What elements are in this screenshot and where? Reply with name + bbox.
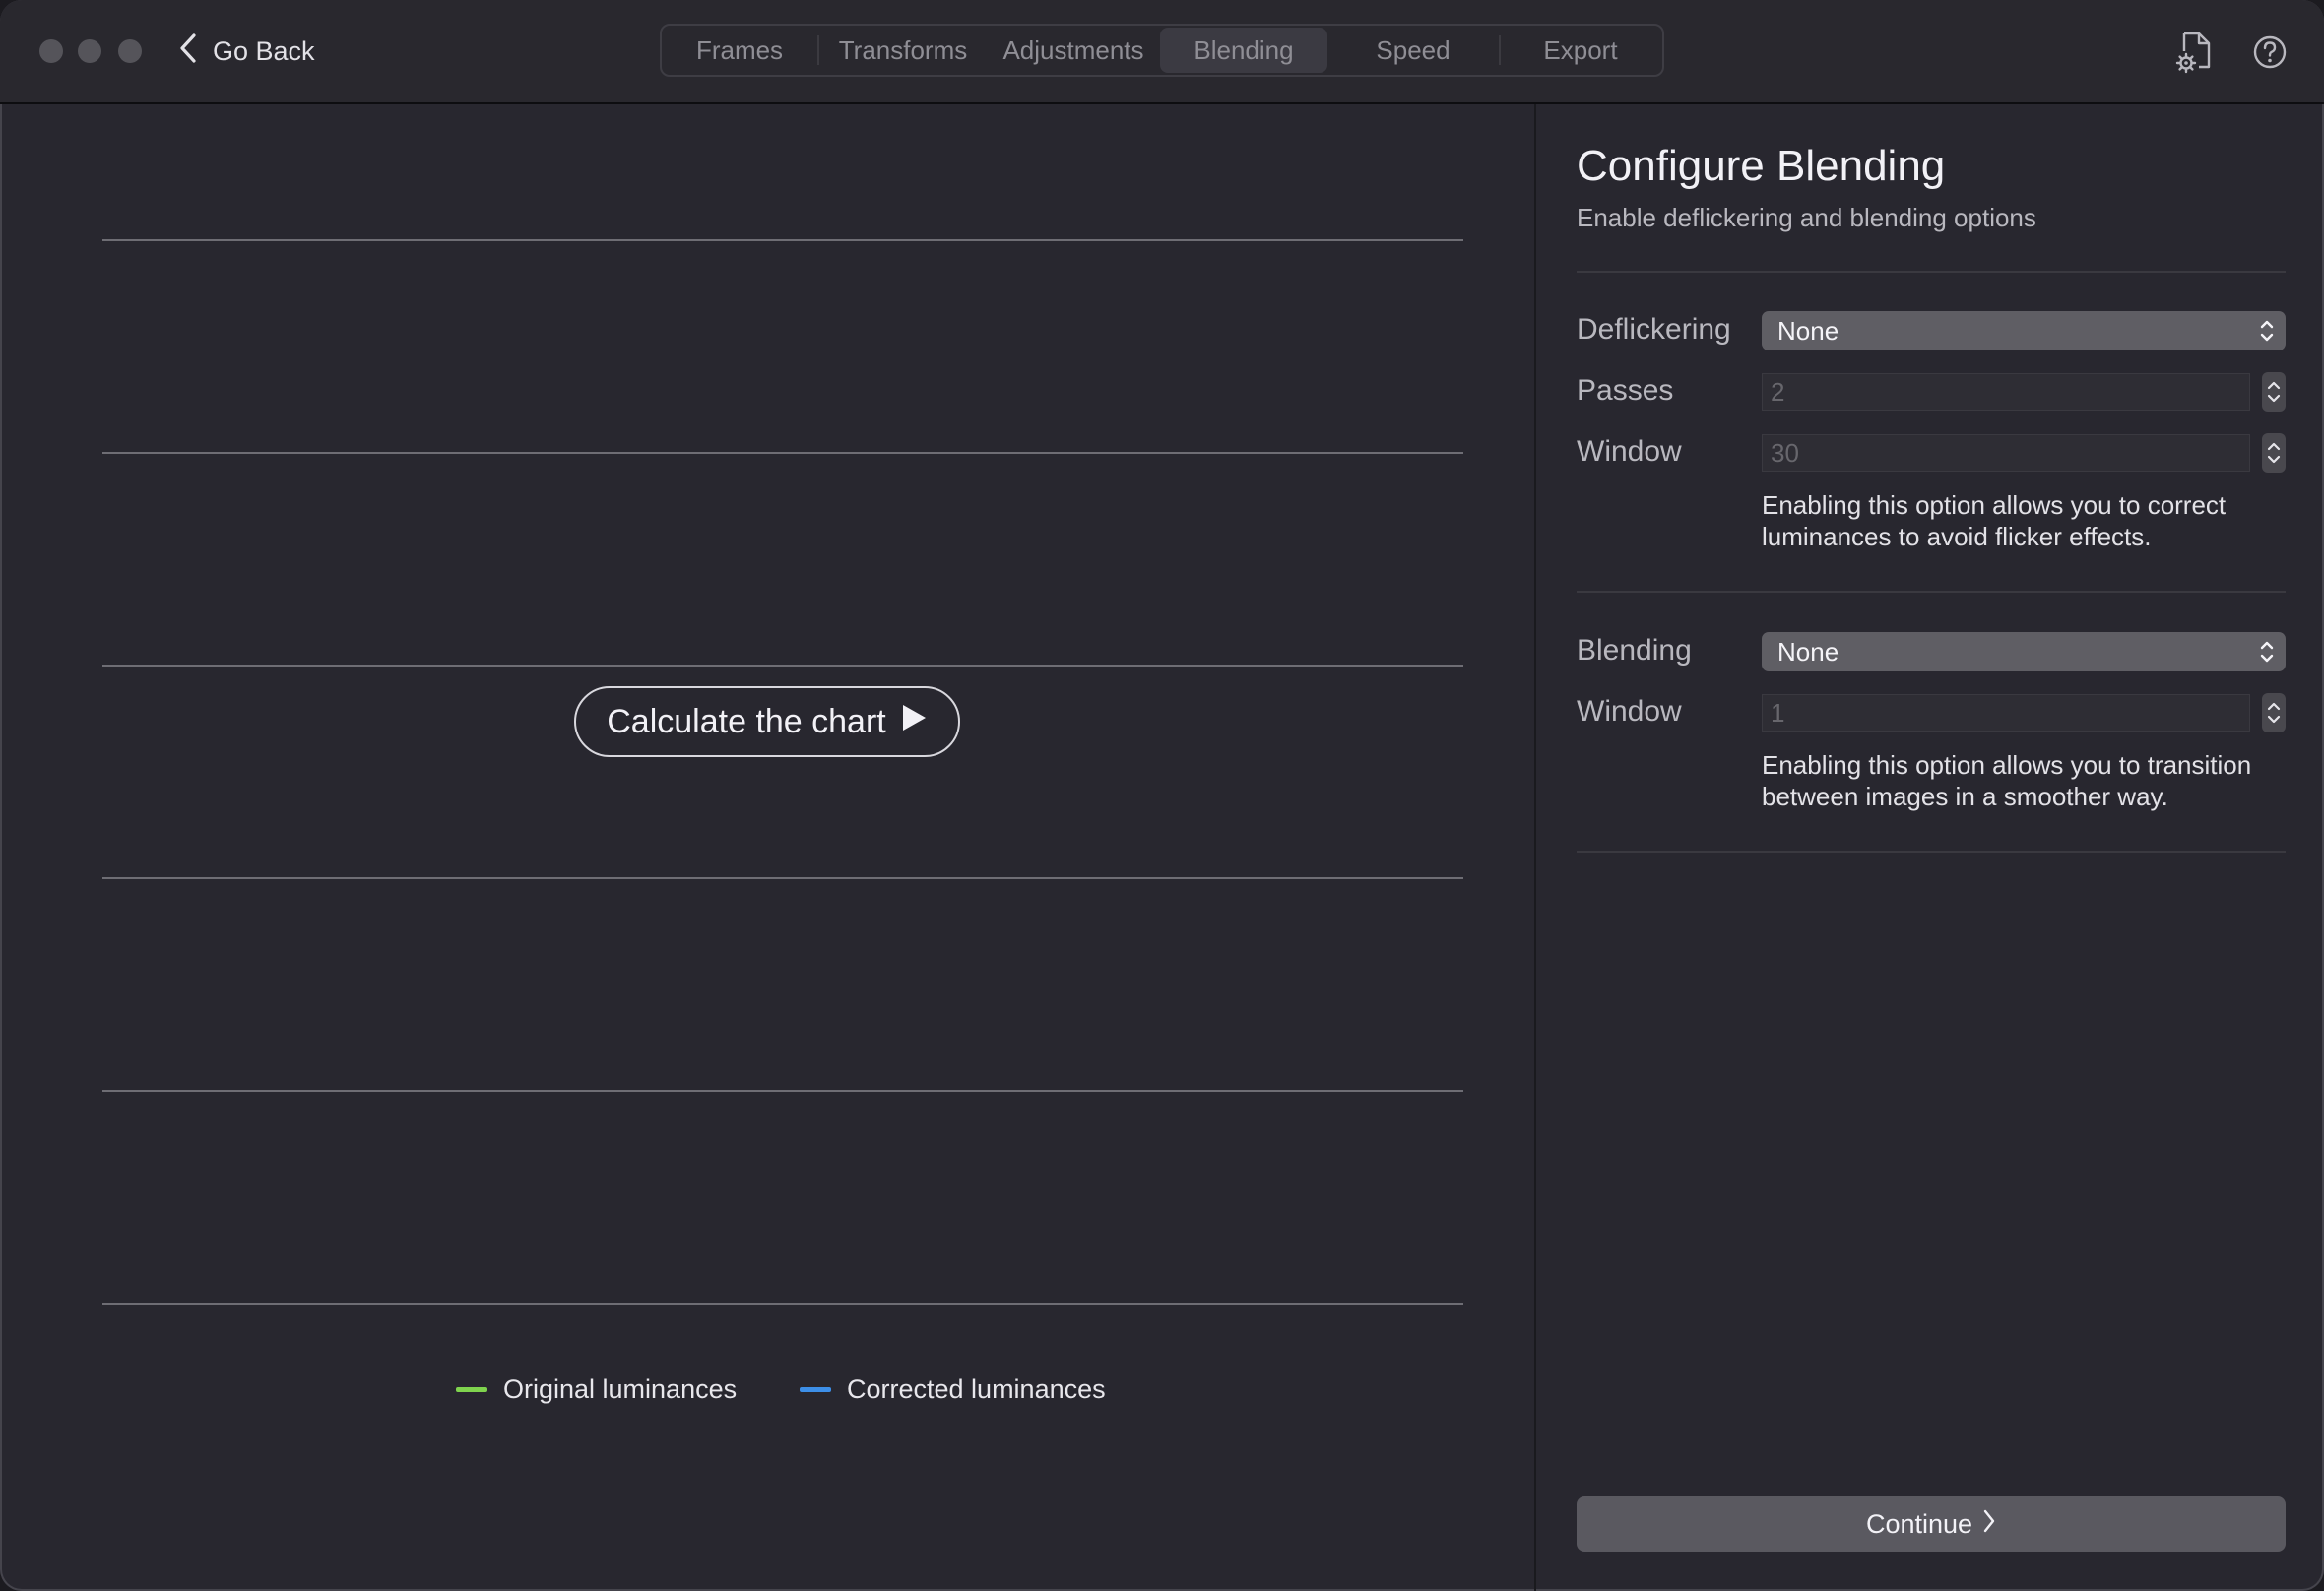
go-back-label: Go Back (213, 35, 315, 66)
tab-speed[interactable]: Speed (1327, 26, 1499, 75)
chart-gridline (102, 665, 1463, 667)
chart-gridline (102, 1303, 1463, 1305)
tab-transforms[interactable]: Transforms (819, 26, 987, 75)
passes-field[interactable]: 2 (1762, 373, 2250, 411)
deflickering-help-text: Enabling this option allows you to corre… (1762, 490, 2227, 551)
help-icon[interactable] (2247, 30, 2292, 75)
app-window: Go Back Frames Transforms Adjustments Bl… (0, 0, 2324, 1591)
chevron-right-icon (1982, 1508, 1996, 1541)
deflickering-value: None (1777, 315, 1840, 346)
blending-window-stepper[interactable] (2262, 693, 2286, 732)
divider (1577, 591, 2286, 593)
chevron-up-down-icon (2258, 315, 2276, 347)
legend-item-original: Original luminances (456, 1374, 737, 1405)
minimize-window-button[interactable] (78, 39, 101, 63)
legend-label: Corrected luminances (847, 1374, 1106, 1404)
blending-label: Blending (1577, 634, 1692, 667)
close-window-button[interactable] (39, 39, 63, 63)
settings-panel: Configure Blending Enable deflickering a… (1534, 104, 2324, 1591)
divider (1577, 271, 2286, 273)
deflicker-window-stepper[interactable] (2262, 433, 2286, 473)
passes-stepper[interactable] (2262, 372, 2286, 412)
continue-button[interactable]: Continue (1577, 1496, 2286, 1552)
title-bar: Go Back Frames Transforms Adjustments Bl… (0, 0, 2324, 104)
divider (1577, 851, 2286, 853)
passes-label: Passes (1577, 374, 1674, 407)
blending-value: None (1777, 636, 1840, 667)
calculate-chart-label: Calculate the chart (607, 702, 886, 740)
continue-label: Continue (1865, 1508, 1973, 1539)
legend-swatch-blue (800, 1387, 831, 1392)
play-icon (900, 703, 928, 741)
tab-blending[interactable]: Blending (1160, 28, 1327, 73)
tab-export[interactable]: Export (1501, 26, 1660, 75)
legend-item-corrected: Corrected luminances (800, 1374, 1106, 1405)
tab-frames[interactable]: Frames (662, 26, 817, 75)
zoom-window-button[interactable] (118, 39, 142, 63)
deflickering-select[interactable]: None (1762, 311, 2286, 350)
chart-gridline (102, 239, 1463, 241)
deflicker-window-field[interactable]: 30 (1762, 434, 2250, 472)
window-label: Window (1577, 695, 1682, 728)
blending-select[interactable]: None (1762, 632, 2286, 671)
document-settings-icon[interactable] (2172, 30, 2218, 75)
chart-gridline (102, 877, 1463, 879)
window-label: Window (1577, 435, 1682, 468)
tab-adjustments[interactable]: Adjustments (987, 26, 1160, 75)
go-back-button[interactable]: Go Back (177, 28, 315, 75)
chevron-up-down-icon (2258, 636, 2276, 668)
legend-label: Original luminances (503, 1374, 738, 1404)
blending-help-text: Enabling this option allows you to trans… (1762, 750, 2252, 811)
panel-title: Configure Blending (1577, 142, 1946, 190)
deflickering-label: Deflickering (1577, 313, 1731, 346)
chart-gridline (102, 1090, 1463, 1092)
legend-swatch-green (456, 1387, 487, 1392)
blending-window-field[interactable]: 1 (1762, 694, 2250, 732)
chevron-left-icon (177, 32, 199, 72)
luminance-chart: Calculate the chart Original luminances … (0, 104, 1534, 1591)
panel-subtitle: Enable deflickering and blending options (1577, 203, 2036, 232)
step-tabs: Frames Transforms Adjustments Blending S… (660, 24, 1664, 77)
chart-gridline (102, 452, 1463, 454)
calculate-chart-button[interactable]: Calculate the chart (574, 686, 960, 757)
